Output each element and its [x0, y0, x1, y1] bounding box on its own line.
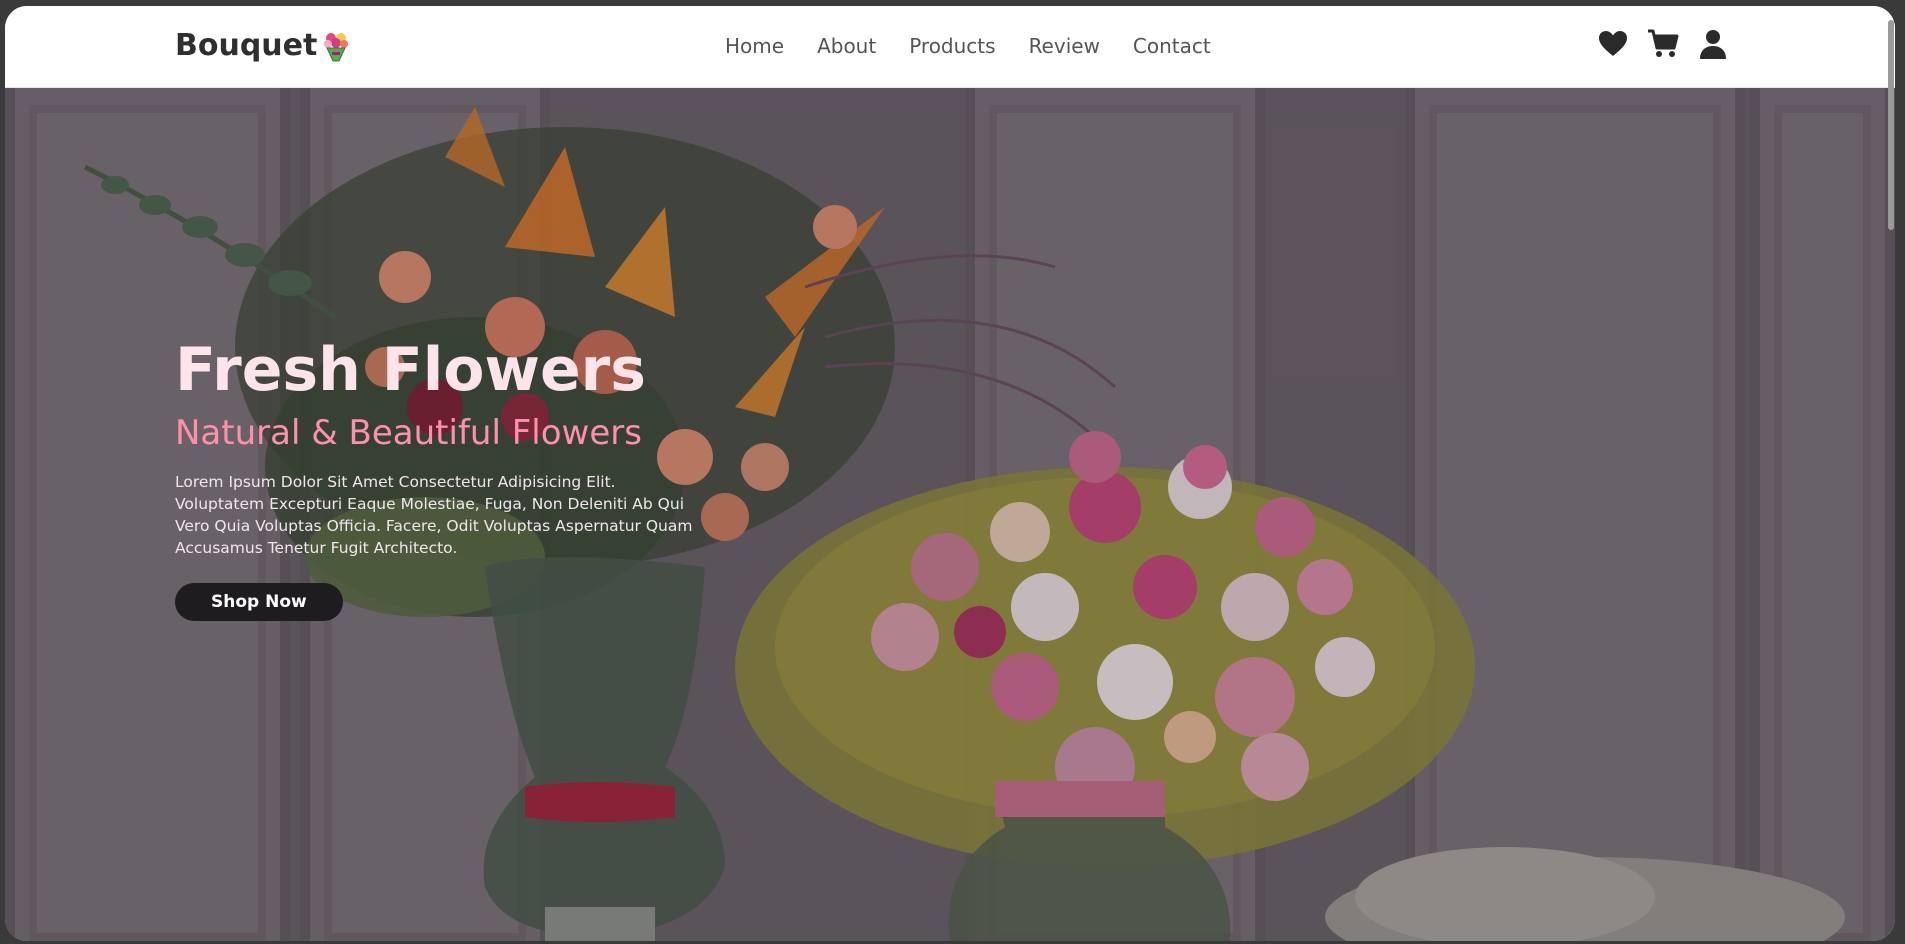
nav-review[interactable]: Review: [1029, 34, 1100, 58]
wishlist-button[interactable]: [1597, 28, 1629, 60]
nav-contact[interactable]: Contact: [1133, 34, 1211, 58]
cart-button[interactable]: [1647, 28, 1679, 60]
account-button[interactable]: [1697, 28, 1729, 60]
hero-title: Fresh Flowers: [175, 335, 646, 405]
site-logo[interactable]: Bouquet: [175, 28, 353, 63]
nav-home[interactable]: Home: [725, 34, 784, 58]
hero-description: Lorem Ipsum Dolor Sit Amet Consectetur A…: [175, 473, 693, 557]
nav-about[interactable]: About: [817, 34, 876, 58]
hero-subtitle: Natural & Beautiful Flowers: [175, 413, 642, 453]
shop-now-button[interactable]: Shop Now: [175, 583, 343, 621]
main-nav: Home About Products Review Contact: [725, 34, 1244, 58]
page-scrollbar[interactable]: [1887, 6, 1895, 941]
cart-icon: [1648, 29, 1679, 57]
browser-viewport: Bouquet Home About Products Review Conta…: [5, 6, 1895, 941]
heart-icon: [1599, 31, 1627, 56]
hero-content: Fresh Flowers Natural & Beautiful Flower…: [175, 337, 735, 621]
bouquet-icon: [324, 32, 349, 61]
logo-text: Bouquet: [175, 28, 318, 63]
hero-section: Fresh Flowers Natural & Beautiful Flower…: [5, 87, 1895, 941]
scrollbar-thumb[interactable]: [1888, 20, 1894, 230]
user-icon: [1700, 30, 1726, 59]
header-actions: [1597, 28, 1729, 60]
nav-products[interactable]: Products: [909, 34, 995, 58]
site-header: Bouquet Home About Products Review Conta…: [5, 6, 1895, 88]
